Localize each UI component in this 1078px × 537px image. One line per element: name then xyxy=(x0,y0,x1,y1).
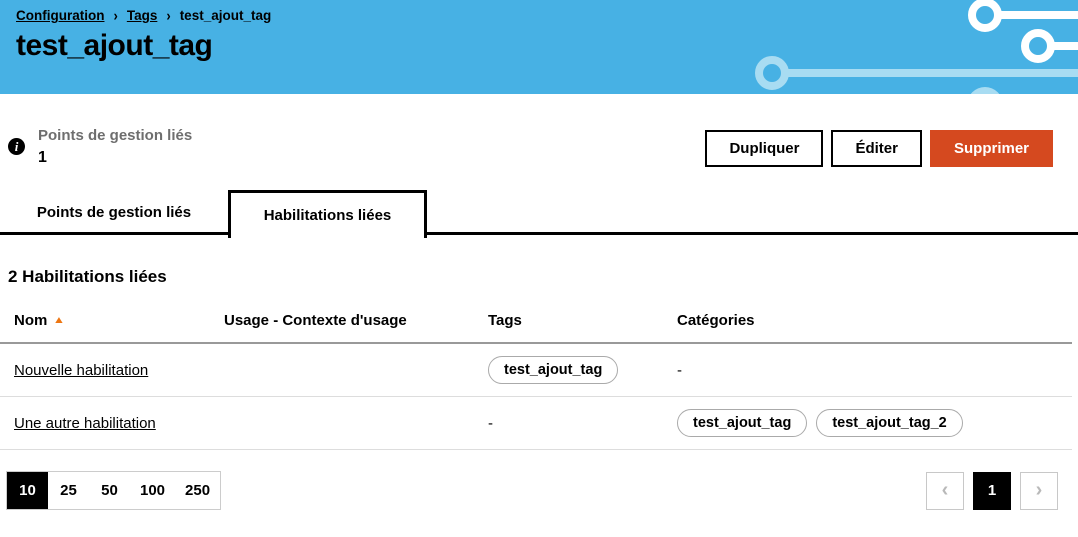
tab-habilitations-liees[interactable]: Habilitations liées xyxy=(228,190,427,238)
info-icon: i xyxy=(8,138,25,155)
cell-nom: Nouvelle habilitation xyxy=(14,362,224,379)
chevron-left-icon: ‹ xyxy=(941,479,949,501)
page-size-25[interactable]: 25 xyxy=(48,472,89,509)
breadcrumb-separator-icon: › xyxy=(113,6,118,25)
cell-nom: Une autre habilitation xyxy=(14,415,224,432)
table-row: Nouvelle habilitation test_ajout_tag - xyxy=(0,344,1072,397)
page-header: Configuration › Tags › test_ajout_tag te… xyxy=(0,0,1078,94)
next-page-button[interactable]: › xyxy=(1020,471,1058,510)
habilitation-link[interactable]: Une autre habilitation xyxy=(14,415,156,432)
column-header-label: Catégories xyxy=(677,312,755,329)
breadcrumb-link-tags[interactable]: Tags xyxy=(127,8,158,23)
page-size-250[interactable]: 250 xyxy=(175,472,220,509)
column-header-nom[interactable]: Nom ▲ xyxy=(14,312,224,329)
edit-button[interactable]: Éditer xyxy=(831,130,922,167)
column-header-tags[interactable]: Tags xyxy=(488,312,677,329)
pagination-bar: 10 25 50 100 250 ‹ 1 › xyxy=(6,471,1058,510)
summary-row: i Points de gestion liés 1 Dupliquer Édi… xyxy=(0,94,1078,167)
cell-tags: - xyxy=(488,414,493,432)
duplicate-button[interactable]: Dupliquer xyxy=(705,130,824,167)
table-row: Une autre habilitation - test_ajout_tag … xyxy=(0,397,1072,450)
breadcrumb: Configuration › Tags › test_ajout_tag xyxy=(16,6,1078,25)
column-header-label: Nom xyxy=(14,312,48,329)
table-header-row: Nom ▲ Usage - Contexte d'usage Tags Caté… xyxy=(0,312,1072,344)
pager: ‹ 1 › xyxy=(926,471,1058,510)
column-header-label: Usage - Contexte d'usage xyxy=(224,312,407,329)
page-title: test_ajout_tag xyxy=(16,29,213,62)
tag-pill: test_ajout_tag xyxy=(488,356,619,384)
summary-value: 1 xyxy=(38,149,47,166)
summary-label: Points de gestion liés xyxy=(38,127,193,144)
column-header-usage[interactable]: Usage - Contexte d'usage xyxy=(224,312,488,329)
habilitations-table: Nom ▲ Usage - Contexte d'usage Tags Caté… xyxy=(0,312,1072,450)
tab-points-de-gestion-lies[interactable]: Points de gestion liés xyxy=(0,190,228,235)
column-header-label: Tags xyxy=(488,312,522,329)
page-size-100[interactable]: 100 xyxy=(130,472,175,509)
category-pill: test_ajout_tag xyxy=(677,409,808,437)
sort-asc-icon: ▲ xyxy=(53,314,66,326)
page-size-10[interactable]: 10 xyxy=(7,472,48,509)
page-size-50[interactable]: 50 xyxy=(89,472,130,509)
cell-categories: test_ajout_tag test_ajout_tag_2 xyxy=(677,409,1072,437)
habilitation-link[interactable]: Nouvelle habilitation xyxy=(14,362,148,379)
column-header-categories[interactable]: Catégories xyxy=(677,312,1072,329)
action-buttons: Dupliquer Éditer Supprimer xyxy=(705,130,1053,167)
cell-tags: test_ajout_tag xyxy=(488,356,677,384)
tab-bar: Points de gestion liés Habilitations lié… xyxy=(0,190,1078,238)
chevron-right-icon: › xyxy=(1035,479,1043,501)
breadcrumb-link-configuration[interactable]: Configuration xyxy=(16,8,104,23)
cell-categories: - xyxy=(677,361,682,379)
linked-points-summary: i Points de gestion liés 1 xyxy=(8,127,192,167)
previous-page-button[interactable]: ‹ xyxy=(926,471,964,510)
current-page-indicator[interactable]: 1 xyxy=(973,471,1011,510)
section-heading: 2 Habilitations liées xyxy=(8,267,167,286)
delete-button[interactable]: Supprimer xyxy=(929,130,1053,167)
page-size-selector: 10 25 50 100 250 xyxy=(6,471,222,510)
breadcrumb-current: test_ajout_tag xyxy=(179,8,272,23)
breadcrumb-separator-icon: › xyxy=(166,6,171,25)
category-pill: test_ajout_tag_2 xyxy=(816,409,963,437)
